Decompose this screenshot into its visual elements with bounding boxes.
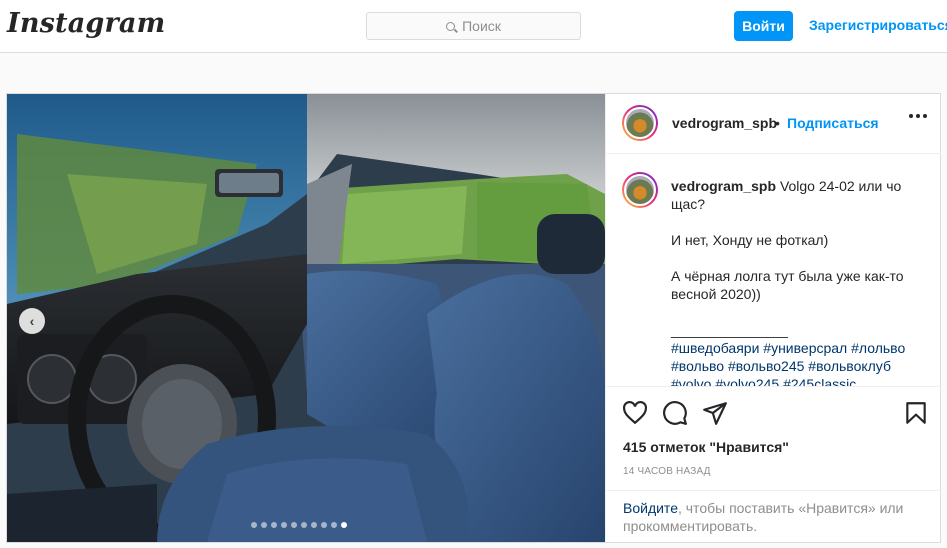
avatar[interactable] xyxy=(622,105,658,141)
caption-line-2: И нет, Хонду не фоткал) xyxy=(671,232,829,248)
caption-divider: _______________ xyxy=(671,322,788,338)
search-icon xyxy=(446,21,456,31)
post-card: ‹ vedrogram_spb • Подписаться vedrogram_… xyxy=(6,93,941,543)
post-timestamp[interactable]: 14 ЧАСОВ НАЗАД xyxy=(623,466,711,477)
carousel-dot xyxy=(251,522,257,528)
search-placeholder: Поиск xyxy=(462,18,501,34)
carousel-dot xyxy=(311,522,317,528)
more-icon[interactable] xyxy=(909,114,927,118)
likes-count[interactable]: 415 отметок "Нравится" xyxy=(623,439,789,455)
login-prompt: Войдите, чтобы поставить «Нравится» или … xyxy=(606,490,941,543)
signup-link[interactable]: Зарегистрироваться xyxy=(809,17,947,33)
post-image[interactable]: ‹ xyxy=(7,94,605,542)
login-link[interactable]: Войдите xyxy=(623,500,678,516)
caption-text: vedrogram_spb Volgo 24-02 или чо щас? И … xyxy=(671,177,921,386)
carousel-dot xyxy=(291,522,297,528)
carousel-indicator xyxy=(251,522,347,528)
carousel-dot xyxy=(281,522,287,528)
car-interior-photo xyxy=(7,94,605,542)
separator-dot: • xyxy=(775,115,780,131)
caption-line-3: А чёрная лолга тут была уже как-то весно… xyxy=(671,268,904,302)
instagram-logo[interactable]: Instagram xyxy=(7,8,165,39)
caption-username[interactable]: vedrogram_spb xyxy=(671,178,776,194)
post-sidebar: vedrogram_spb • Подписаться vedrogram_sp… xyxy=(605,94,941,542)
top-navigation-bar: Instagram Поиск Войти Зарегистрироваться xyxy=(0,0,947,53)
carousel-dot xyxy=(321,522,327,528)
caption-section: vedrogram_spb Volgo 24-02 или чо щас? И … xyxy=(606,155,941,386)
caption-hashtags[interactable]: #шведобаяри #универсрал #лольво #вольво … xyxy=(671,339,921,386)
carousel-dot xyxy=(301,522,307,528)
save-icon[interactable] xyxy=(903,400,929,426)
post-actions: 415 отметок "Нравится" 14 ЧАСОВ НАЗАД Во… xyxy=(606,386,941,542)
carousel-dot xyxy=(261,522,267,528)
comment-icon[interactable] xyxy=(662,400,688,426)
carousel-dot xyxy=(341,522,347,528)
follow-button[interactable]: Подписаться xyxy=(787,115,879,131)
carousel-prev-button[interactable]: ‹ xyxy=(19,308,45,334)
post-header: vedrogram_spb • Подписаться xyxy=(606,94,941,154)
caption-avatar[interactable] xyxy=(622,172,658,208)
carousel-dot xyxy=(331,522,337,528)
carousel-dot xyxy=(271,522,277,528)
share-icon[interactable] xyxy=(702,400,728,426)
login-button[interactable]: Войти xyxy=(734,11,793,41)
like-icon[interactable] xyxy=(622,400,648,426)
search-input[interactable]: Поиск xyxy=(366,12,581,40)
prev-arrow-icon: ‹ xyxy=(29,313,35,329)
post-username[interactable]: vedrogram_spb xyxy=(672,115,777,131)
